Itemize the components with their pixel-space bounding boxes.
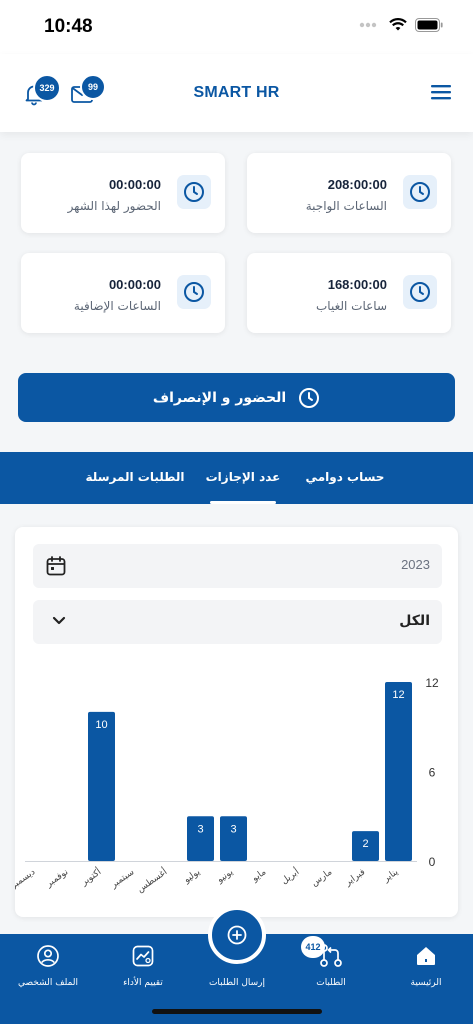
stat-label: الساعات الإضافية: [73, 299, 161, 313]
y-tick-label: 12: [425, 676, 439, 690]
active-tab-indicator: [210, 501, 276, 504]
x-tick-label: مايو: [250, 867, 269, 884]
plus-icon: [227, 925, 247, 945]
bar-value-label: 2: [362, 838, 368, 850]
home-indicator: [152, 1009, 322, 1014]
nav-item-requests[interactable]: 412 الطلبات: [291, 934, 371, 1004]
x-tick-label: أبريل: [279, 866, 302, 887]
stat-card-overtime-hours: 00:00:00 الساعات الإضافية: [21, 253, 225, 333]
nav-label: إرسال الطلبات: [208, 978, 266, 988]
nav-label: الملف الشخصي: [18, 978, 78, 988]
tab-leave-count[interactable]: عدد الإجازات: [200, 470, 286, 484]
performance-icon: [132, 945, 154, 967]
wifi-icon: [389, 18, 407, 31]
x-tick-label: يوليو: [182, 867, 203, 886]
stat-value: 00:00:00: [108, 177, 161, 192]
y-tick-label: 0: [429, 855, 436, 869]
x-tick-label: أغسطس: [134, 866, 169, 895]
stat-card-required-hours: 208:00:00 الساعات الواجبة: [247, 153, 451, 233]
hamburger-menu-icon: [431, 85, 451, 100]
profile-icon: [37, 945, 59, 967]
send-request-fab[interactable]: [208, 906, 266, 964]
tab-sent-requests[interactable]: الطلبات المرسلة: [85, 470, 185, 484]
app-title: SMART HR: [193, 84, 280, 101]
stat-label: الحضور لهذا الشهر: [67, 199, 161, 213]
clock-icon: [403, 175, 437, 209]
nav-label: الرئيسية: [410, 978, 442, 988]
x-tick-label: يونيو: [215, 867, 236, 886]
leave-chart-panel: 2023 الكل 0 6 12 12 يناير 2 فبراير مارس أبريل ماي…: [15, 527, 458, 917]
nav-item-home[interactable]: الرئيسية: [386, 934, 466, 1004]
nav-label: تقييم الأداء: [123, 978, 163, 988]
tab-work-account[interactable]: حساب دوامي: [300, 470, 390, 484]
x-tick-label: يناير: [381, 867, 401, 885]
tabs-bar: حساب دوامي عدد الإجازات الطلبات المرسلة: [0, 452, 473, 504]
status-bar: 10:48: [0, 0, 473, 54]
leave-bar-chart: 0 6 12 12 يناير 2 فبراير مارس أبريل مايو 3 يونيو 3 يو…: [15, 676, 439, 895]
menu-button[interactable]: [430, 83, 452, 105]
bar-1: [385, 682, 412, 861]
clock-icon: [403, 275, 437, 309]
x-tick-label: أكتوبر: [78, 866, 103, 889]
x-tick-label: مارس: [310, 867, 335, 888]
status-icons: [359, 18, 443, 32]
bar-value-label: 12: [392, 689, 404, 701]
attendance-button[interactable]: الحضور و الإنصراف: [18, 373, 455, 422]
stat-label: الساعات الواجبة: [305, 199, 387, 213]
nav-label: الطلبات: [316, 978, 346, 988]
x-tick-label: نوفمبر: [44, 867, 70, 890]
bar-value-label: 10: [95, 719, 107, 731]
bar-value-label: 3: [197, 823, 203, 835]
stat-card-absence-hours: 168:00:00 ساعات الغياب: [247, 253, 451, 333]
x-tick-label: فبراير: [343, 867, 368, 888]
x-tick-label: سبتمبر: [108, 867, 136, 891]
signal-icon: [359, 22, 381, 28]
x-tick-label: ديسمبر: [15, 867, 37, 892]
y-tick-label: 6: [429, 766, 436, 780]
stat-value: 00:00:00: [108, 277, 161, 292]
stat-value: 208:00:00: [327, 177, 387, 192]
clock-icon: [299, 387, 320, 408]
attendance-button-label: الحضور و الإنصراف: [152, 389, 287, 406]
clock-icon: [177, 175, 211, 209]
battery-icon: [415, 18, 443, 32]
stat-label: ساعات الغياب: [316, 299, 387, 313]
bar-value-label: 3: [230, 823, 236, 835]
bar-10: [88, 711, 115, 861]
requests-badge: 412: [301, 936, 325, 958]
stat-card-monthly-attendance: 00:00:00 الحضور لهذا الشهر: [21, 153, 225, 233]
app-header: 329 99 SMART HR: [0, 54, 473, 132]
home-icon: [417, 947, 435, 965]
stat-value: 168:00:00: [327, 277, 387, 292]
status-time: 10:48: [44, 16, 93, 37]
clock-icon: [177, 275, 211, 309]
nav-item-performance[interactable]: تقييم الأداء: [103, 934, 183, 1004]
nav-item-profile[interactable]: الملف الشخصي: [8, 934, 88, 1004]
